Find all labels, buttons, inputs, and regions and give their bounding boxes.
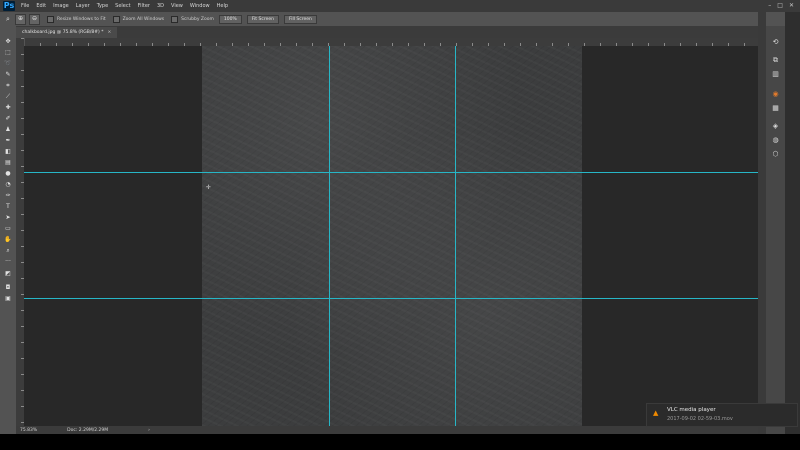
checkbox-box[interactable] [47, 15, 54, 23]
menu-window[interactable]: Window [190, 0, 210, 12]
blur-tool-icon[interactable]: ● [3, 170, 13, 178]
checkbox-box[interactable] [171, 15, 179, 23]
history-panel-icon[interactable]: ⟲ [771, 38, 780, 47]
menu-filter[interactable]: Filter [138, 0, 150, 12]
fit-screen-button[interactable]: Fit Screen [246, 14, 279, 24]
quick-select-tool-icon[interactable]: ✎ [3, 71, 13, 79]
vertical-guide[interactable] [329, 46, 330, 426]
zoom-in-icon[interactable]: ⊕ [15, 13, 26, 25]
menu-edit[interactable]: Edit [36, 0, 46, 12]
tab-close-icon[interactable]: × [107, 30, 111, 35]
maximize-button[interactable]: □ [777, 0, 783, 12]
status-bar: 75.83% Doc: 2.29M/2.29M › [16, 426, 758, 434]
menu-bar: Ps File Edit Image Layer Type Select Fil… [0, 0, 800, 12]
window-controls: – □ ✕ [768, 0, 800, 12]
horizontal-guide[interactable] [24, 172, 758, 173]
menu-image[interactable]: Image [53, 0, 69, 12]
canvas-area[interactable]: ✛ [24, 46, 758, 426]
menu-type[interactable]: Type [97, 0, 108, 12]
more-tools-icon[interactable]: ··· [3, 258, 13, 266]
marquee-tool-icon[interactable]: ⬚ [3, 49, 13, 57]
menu-file[interactable]: File [21, 0, 29, 12]
healing-brush-tool-icon[interactable]: ✚ [3, 104, 13, 112]
menu-layer[interactable]: Layer [76, 0, 90, 12]
crop-tool-icon[interactable]: ⌗ [3, 82, 13, 90]
scrubby-zoom-checkbox[interactable]: Scrubby Zoom [171, 15, 214, 23]
windows-taskbar [0, 434, 800, 450]
status-menu-arrow[interactable]: › [148, 428, 150, 433]
collapsed-panel-dock: ⟲ ⧉ ▥ ◉ ▦ ◈ ◍ ⬡ [766, 26, 785, 434]
gradient-tool-icon[interactable]: ▤ [3, 159, 13, 167]
zoom-out-icon[interactable]: ⊖ [29, 13, 40, 25]
zoom-all-windows-label: Zoom All Windows [122, 16, 165, 22]
pen-tool-icon[interactable]: ✑ [3, 192, 13, 200]
move-tool-icon[interactable]: ✥ [3, 38, 13, 46]
menu-select[interactable]: Select [115, 0, 130, 12]
panel-edge [785, 12, 800, 434]
zoom-100-button[interactable]: 100% [218, 14, 242, 24]
panel-collapse-strip [758, 12, 766, 434]
options-bar: ⌕ ⊕ ⊖ Resize Windows to Fit Zoom All Win… [0, 12, 800, 26]
document-tab-title: chalkboard.jpg @ 75.8% (RGB/8#) * [22, 30, 104, 35]
color-panel-icon[interactable]: ◉ [771, 90, 780, 99]
document-tab-bar: chalkboard.jpg @ 75.8% (RGB/8#) * × [16, 26, 758, 38]
vlc-cone-icon: ▲ [653, 409, 659, 417]
lasso-tool-icon[interactable]: ➰ [3, 60, 13, 68]
type-tool-icon[interactable]: T [3, 203, 13, 211]
layers-panel-icon[interactable]: ◈ [771, 122, 780, 131]
menu-view[interactable]: View [171, 0, 183, 12]
notification-title: VLC media player [667, 407, 716, 413]
tools-panel: ✥ ⬚ ➰ ✎ ⌗ ⟋ ✚ ✐ ♟ ✒ ◧ ▤ ● ◔ ✑ T ➤ ▭ ✋ ⌕ … [0, 26, 16, 434]
libraries-panel-icon[interactable]: ▥ [771, 70, 780, 79]
document-tab[interactable]: chalkboard.jpg @ 75.8% (RGB/8#) * × [16, 27, 118, 38]
zoom-icon[interactable]: ⌕ [4, 15, 12, 23]
history-brush-tool-icon[interactable]: ✒ [3, 137, 13, 145]
fill-screen-button[interactable]: Fill Screen [283, 14, 317, 24]
horizontal-guide[interactable] [24, 298, 758, 299]
dodge-tool-icon[interactable]: ◔ [3, 181, 13, 189]
rectangle-tool-icon[interactable]: ▭ [3, 225, 13, 233]
minimize-button[interactable]: – [768, 0, 771, 12]
notification-filename: 2017-09-02 02-59-03.mov [667, 416, 733, 422]
color-swatches-icon[interactable]: ◩ [3, 270, 13, 278]
photoshop-window: Ps File Edit Image Layer Type Select Fil… [0, 0, 800, 450]
menu-3d[interactable]: 3D [157, 0, 164, 12]
chalkboard-image[interactable] [202, 46, 582, 426]
properties-panel-icon[interactable]: ⧉ [771, 56, 780, 65]
eraser-tool-icon[interactable]: ◧ [3, 148, 13, 156]
vlc-notification[interactable]: ▲ VLC media player 2017-09-02 02-59-03.m… [646, 403, 798, 427]
scrubby-zoom-label: Scrubby Zoom [181, 16, 214, 22]
zoom-level[interactable]: 75.83% [20, 428, 37, 433]
zoom-tool-icon[interactable]: ⌕ [3, 247, 13, 255]
document-size: Doc: 2.29M/2.29M [67, 427, 109, 433]
screen-mode-icon[interactable]: ▣ [3, 295, 13, 303]
hand-tool-icon[interactable]: ✋ [3, 236, 13, 244]
clone-stamp-tool-icon[interactable]: ♟ [3, 126, 13, 134]
menu-help[interactable]: Help [217, 0, 228, 12]
zoom-all-windows-checkbox[interactable]: Zoom All Windows [112, 15, 165, 23]
channels-panel-icon[interactable]: ◍ [771, 136, 780, 145]
swatches-panel-icon[interactable]: ▦ [771, 104, 780, 113]
eyedropper-tool-icon[interactable]: ⟋ [3, 93, 13, 101]
crosshair-cursor-icon: ✛ [206, 184, 212, 191]
vertical-guide[interactable] [455, 46, 456, 426]
path-select-tool-icon[interactable]: ➤ [3, 214, 13, 222]
quick-mask-icon[interactable]: ◘ [3, 284, 13, 292]
photoshop-logo: Ps [3, 1, 15, 11]
resize-windows-checkbox[interactable]: Resize Windows to Fit [47, 15, 106, 23]
resize-windows-label: Resize Windows to Fit [57, 16, 106, 22]
brush-tool-icon[interactable]: ✐ [3, 115, 13, 123]
close-button[interactable]: ✕ [789, 0, 794, 12]
checkbox-box[interactable] [112, 15, 120, 23]
paths-panel-icon[interactable]: ⬡ [771, 150, 780, 159]
